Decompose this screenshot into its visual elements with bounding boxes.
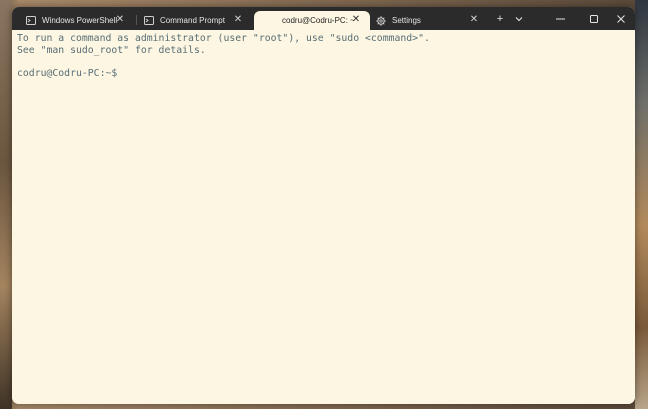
tab-windows-powershell[interactable]: Windows PowerShell ✕: [16, 11, 134, 30]
tab-settings[interactable]: Settings ✕: [370, 11, 488, 30]
terminal-scrollbar[interactable]: [631, 32, 634, 402]
terminal-line: To run a command as administrator (user …: [17, 33, 430, 44]
terminal-prompt: codru@Codru-PC:~$: [17, 67, 118, 79]
close-icon: [617, 14, 625, 23]
terminal-icon: [144, 16, 154, 26]
linux-icon: [266, 16, 276, 26]
minimize-button[interactable]: [544, 7, 576, 30]
terminal-line: See "man sudo_root" for details.: [17, 44, 206, 56]
close-icon[interactable]: ✕: [232, 14, 244, 26]
desktop-wallpaper-left: [0, 0, 12, 409]
terminal-output[interactable]: To run a command as administrator (user …: [12, 30, 635, 404]
close-icon[interactable]: ✕: [468, 14, 480, 26]
close-window-button[interactable]: [605, 7, 635, 30]
tab-label: Command Prompt: [160, 16, 225, 25]
tab-label: Settings: [392, 16, 421, 25]
chevron-down-icon: [515, 17, 523, 22]
tab-command-prompt[interactable]: Command Prompt ✕: [134, 11, 252, 30]
close-icon[interactable]: ✕: [114, 14, 126, 26]
new-tab-button[interactable]: +: [491, 11, 509, 27]
terminal-window: Windows PowerShell ✕ Command Prompt ✕ co…: [12, 7, 635, 404]
close-icon[interactable]: ✕: [350, 14, 362, 26]
terminal-icon: [26, 16, 36, 26]
maximize-icon: [590, 14, 598, 23]
minimize-icon: [555, 18, 565, 19]
title-bar[interactable]: Windows PowerShell ✕ Command Prompt ✕ co…: [12, 7, 635, 30]
tab-label: codru@Codru-PC: ~: [282, 16, 355, 25]
desktop-wallpaper-right: [635, 0, 648, 409]
tab-label: Windows PowerShell: [42, 16, 118, 25]
tab-dropdown-button[interactable]: [510, 11, 528, 27]
gear-icon: [376, 15, 386, 26]
tab-codru-ubuntu[interactable]: codru@Codru-PC: ~ ✕: [254, 11, 370, 30]
